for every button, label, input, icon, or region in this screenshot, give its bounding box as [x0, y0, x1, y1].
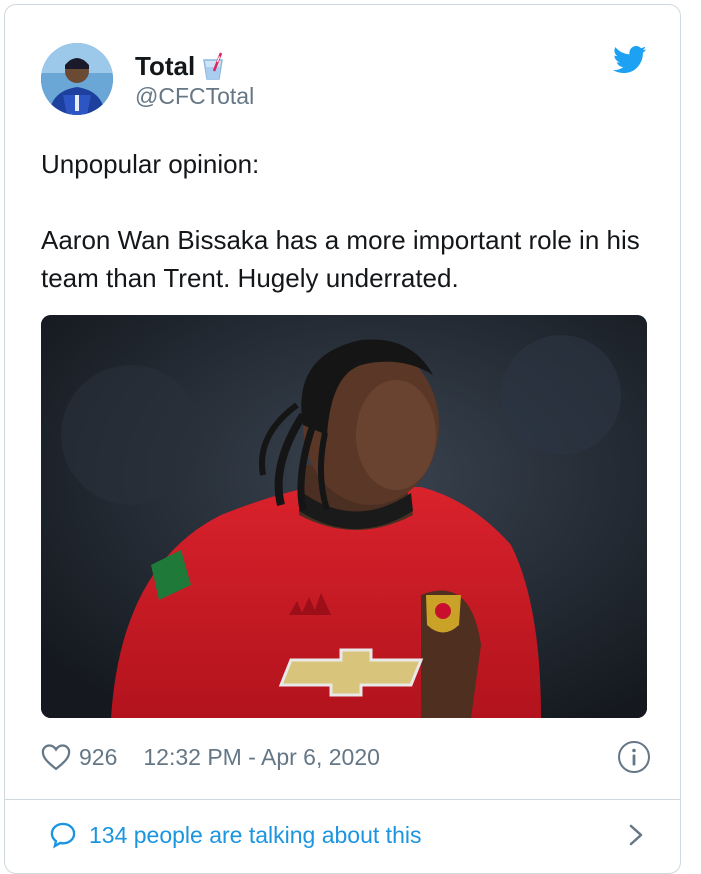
tweet-text: Unpopular opinion: Aaron Wan Bissaka has… — [41, 145, 653, 297]
chevron-right-icon[interactable] — [623, 821, 649, 849]
conversation-count-text[interactable]: 134 people are talking about this — [89, 822, 421, 849]
info-icon[interactable] — [617, 740, 651, 774]
tweet-text-line: Unpopular opinion: — [41, 149, 260, 179]
tweet-text-line: Aaron Wan Bissaka has a more important r… — [41, 225, 640, 293]
tweet-card[interactable]: Total @CFCTotal Unpopular opinion: Aaron… — [4, 4, 681, 874]
tweet-header: Total @CFCTotal — [41, 43, 653, 123]
twitter-bird-icon[interactable] — [613, 45, 647, 75]
tweet-timestamp[interactable]: 12:32 PM - Apr 6, 2020 — [143, 744, 380, 771]
footer-divider — [5, 799, 680, 800]
avatar[interactable] — [41, 43, 113, 115]
speech-bubble-icon — [49, 821, 77, 849]
tweet-paragraph-gap — [41, 183, 653, 221]
author-handle[interactable]: @CFCTotal — [135, 83, 254, 110]
author-display-name[interactable]: Total — [135, 51, 195, 82]
cup-with-straw-icon — [199, 51, 227, 81]
heart-icon[interactable] — [41, 743, 71, 771]
tweet-photo[interactable] — [41, 315, 647, 718]
tweet-meta-row: 926 12:32 PM - Apr 6, 2020 — [41, 740, 651, 774]
author-name-row[interactable]: Total — [135, 49, 227, 83]
conversation-link[interactable]: 134 people are talking about this — [49, 817, 649, 853]
like-count[interactable]: 926 — [79, 744, 117, 771]
